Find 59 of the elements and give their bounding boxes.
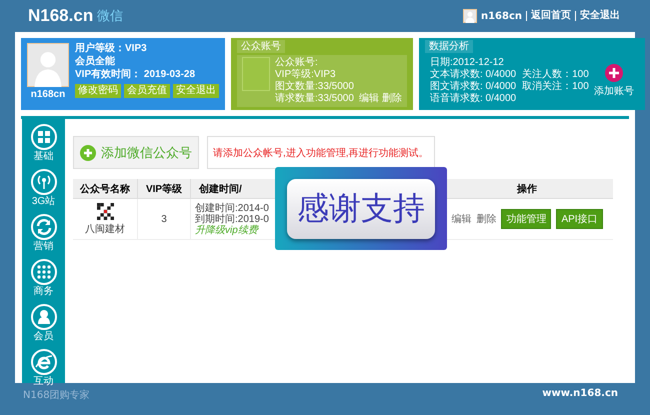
table-cell-text: 创建时间:2014-0 [195, 202, 270, 214]
plus-icon [80, 144, 96, 160]
column-header: 公众号名称 [73, 179, 138, 198]
table-cell-text: 到期时间:2019-0 [195, 214, 270, 224]
action-link[interactable]: 删除 [382, 91, 402, 105]
avatar-icon [27, 43, 69, 87]
account-info: 公众账号: [275, 57, 319, 69]
card-title: 公众账号 [237, 40, 285, 53]
plus-icon [604, 64, 623, 82]
dots-icon [30, 259, 56, 285]
stats-value: 取消关注：100 [522, 81, 589, 93]
stats-value: 文本请求数: 0/4000 [430, 69, 516, 80]
add-account-button[interactable]: 添加微信公众号 [73, 136, 199, 169]
qr-code-icon [96, 202, 114, 220]
stats-date: 日期:2012-12-12 [430, 57, 505, 68]
column-header: VIP等级 [138, 179, 190, 198]
refresh-icon [30, 214, 56, 240]
table-button[interactable]: API接口 [556, 209, 603, 229]
thanks-label: 感谢支持 [287, 178, 435, 238]
stats-value: 关注人数：100 [522, 69, 589, 80]
logo-text: N168.cn [28, 6, 94, 26]
header-link[interactable]: 安全退出 [575, 11, 620, 21]
antenna-icon [30, 169, 56, 195]
sidebar-item[interactable]: 商务 [30, 259, 56, 298]
account-info: 请求数量:33/5000 [275, 93, 354, 105]
table-button[interactable]: 功能管理 [501, 209, 552, 229]
account-info: VIP等级:VIP3 [275, 69, 337, 80]
user-info: VIP有效时间： 2019-03-28 [75, 69, 196, 81]
footer-link[interactable]: www.n168.cn [542, 388, 618, 402]
card-button[interactable]: 会员充值 [124, 84, 170, 98]
user-info: 用户等级：VIP3 [75, 43, 148, 55]
sidebar-item[interactable]: 基础 [30, 124, 56, 163]
sidebar-item[interactable]: 互动 [30, 349, 56, 388]
action-link[interactable]: 删除 [476, 212, 496, 226]
action-link[interactable]: 编辑 [451, 212, 472, 226]
footer-text: N168团购专家 [23, 388, 90, 402]
avatar-icon [462, 9, 477, 23]
card-title: 数据分析 [424, 40, 473, 53]
table-cell-text: 八闽建材 [85, 222, 125, 236]
username: n168cn [480, 10, 522, 22]
person-icon [30, 304, 56, 330]
account-info: 图文数量:33/5000 [275, 81, 354, 92]
user-info: 会员全能 [75, 56, 116, 68]
header-link[interactable]: 返回首页 [526, 11, 571, 21]
grid-icon [30, 124, 56, 150]
stats-value: 图文请求数: 0/4000 [430, 81, 516, 92]
logo-subtitle: 微信 [97, 8, 124, 25]
action-link[interactable]: 编辑 [358, 91, 379, 105]
card-button[interactable]: 修改密码 [75, 84, 121, 98]
add-account-button[interactable]: 添加账号 [594, 64, 634, 98]
stats-value: 语音请求数: 0/4000 [430, 93, 516, 105]
user-name: n168cn [30, 89, 66, 100]
sidebar-item[interactable]: 会员 [30, 304, 56, 343]
table-cell: 3 [138, 198, 190, 240]
thumbnail-icon [242, 57, 270, 91]
sidebar-item[interactable]: 3G站 [30, 169, 56, 208]
sidebar-item[interactable]: 营销 [30, 214, 56, 253]
card-button[interactable]: 安全退出 [173, 84, 219, 98]
browser-icon [30, 349, 56, 375]
